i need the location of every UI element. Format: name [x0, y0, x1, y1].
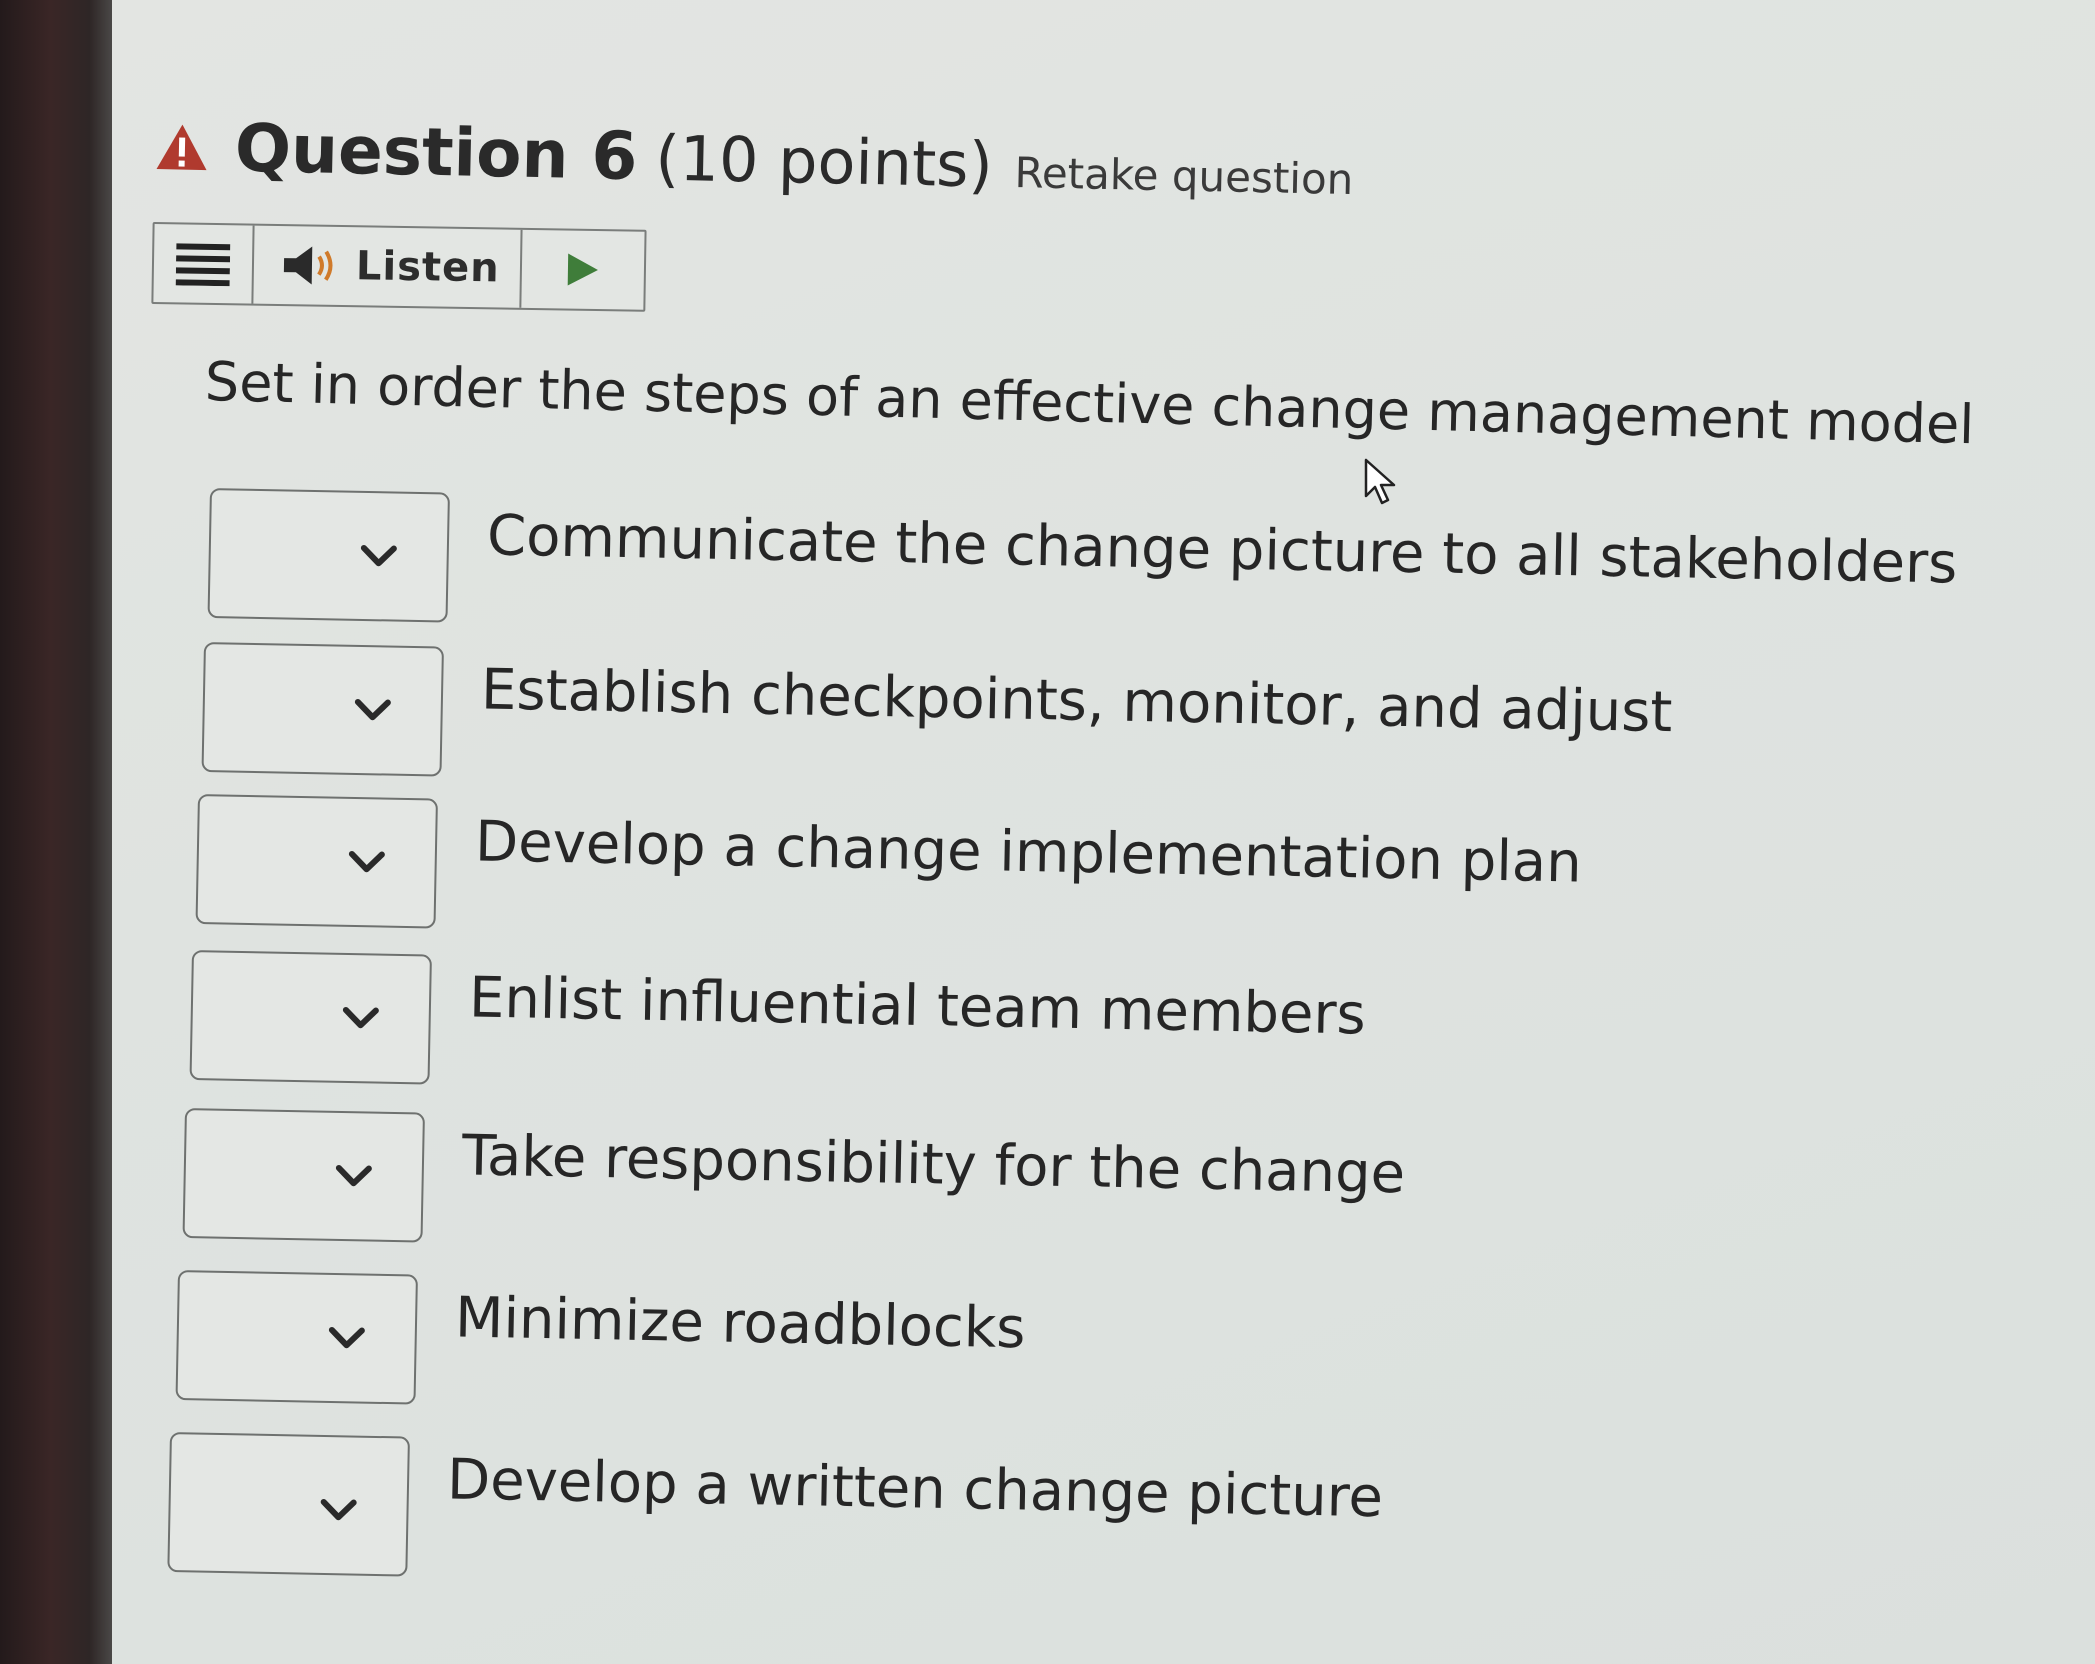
question-title: Question 6	[234, 109, 639, 196]
chevron-down-icon	[320, 1498, 357, 1521]
speaker-icon	[283, 246, 333, 285]
order-select[interactable]	[201, 642, 444, 777]
chevron-down-icon	[354, 698, 391, 721]
order-item-label: Minimize roadblocks	[454, 1285, 1027, 1362]
order-select[interactable]	[195, 794, 438, 929]
toolbar-menu-button[interactable]	[153, 224, 255, 304]
listen-button[interactable]: Listen	[253, 225, 523, 308]
listen-toolbar: Listen	[151, 222, 647, 312]
chevron-down-icon	[360, 544, 397, 567]
order-item: Minimize roadblocks	[175, 1270, 1027, 1416]
warning-icon	[156, 124, 207, 170]
order-select[interactable]	[207, 488, 450, 623]
mouse-cursor-icon	[1364, 458, 1396, 505]
order-item: Take responsibility for the change	[182, 1108, 1406, 1261]
order-item: Develop a written change picture	[167, 1432, 1384, 1595]
order-select[interactable]	[167, 1432, 410, 1577]
play-button[interactable]	[521, 230, 644, 310]
chevron-down-icon	[342, 1006, 379, 1029]
chevron-down-icon	[335, 1164, 372, 1187]
order-item-label: Establish checkpoints, monitor, and adju…	[480, 657, 1673, 746]
order-item-label: Communicate the change picture to all st…	[486, 503, 1958, 597]
chevron-down-icon	[328, 1326, 365, 1349]
order-select[interactable]	[175, 1270, 418, 1405]
chevron-down-icon	[348, 850, 385, 873]
play-icon	[567, 253, 598, 286]
order-select[interactable]	[189, 950, 432, 1085]
order-item: Develop a change implementation plan	[195, 794, 1583, 951]
hamburger-icon	[175, 243, 231, 287]
order-item: Enlist influential team members	[189, 950, 1367, 1103]
order-item-label: Take responsibility for the change	[461, 1123, 1406, 1207]
listen-label: Listen	[355, 243, 501, 292]
order-select[interactable]	[182, 1108, 425, 1243]
order-item-label: Develop a change implementation plan	[474, 809, 1583, 896]
order-item-label: Develop a written change picture	[446, 1447, 1384, 1531]
question-points: (10 points)	[654, 121, 994, 202]
monitor-bezel	[0, 0, 112, 1664]
order-item-label: Enlist influential team members	[468, 965, 1367, 1048]
retake-question-label: Retake question	[1014, 148, 1354, 205]
